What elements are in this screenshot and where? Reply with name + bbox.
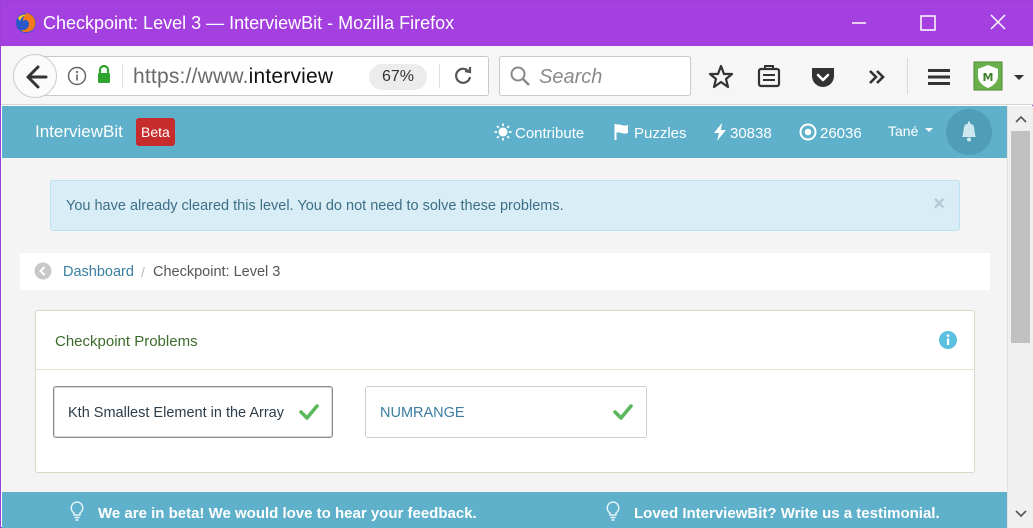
bell-icon: [962, 121, 976, 142]
nav-contribute[interactable]: Contribute: [494, 123, 584, 142]
feedback-footer: We are in beta! We would love to hear yo…: [2, 492, 1007, 528]
lightbulb-icon: [70, 501, 84, 521]
problem-title: NUMRANGE: [380, 405, 465, 421]
url-domain: interview: [248, 65, 334, 88]
scroll-down-icon[interactable]: [1014, 509, 1028, 519]
window-title: Checkpoint: Level 3 — InterviewBit - Moz…: [43, 13, 455, 33]
lightning-icon: [714, 123, 726, 141]
lightbulb-icon: [606, 501, 620, 521]
breadcrumb-current: Checkpoint: Level 3: [153, 264, 281, 280]
url-separator: [439, 64, 440, 88]
search-placeholder: Search: [539, 66, 603, 88]
sun-icon: [494, 123, 512, 141]
info-circle-icon[interactable]: [938, 330, 958, 350]
reload-icon[interactable]: [452, 64, 474, 86]
caret-down-icon: [925, 128, 934, 132]
vertical-scrollbar[interactable]: [1007, 106, 1033, 528]
nav-puzzles[interactable]: Puzzles: [613, 123, 687, 142]
zoom-level-button[interactable]: 67%: [369, 64, 427, 90]
info-alert: You have already cleared this level. You…: [50, 180, 960, 231]
lock-icon[interactable]: [96, 64, 112, 84]
brand-logo[interactable]: InterviewBit: [35, 122, 123, 142]
nav-score[interactable]: 30838: [713, 123, 772, 142]
nav-coins-value: 26036: [820, 125, 862, 142]
nav-coins[interactable]: 26036: [799, 123, 862, 142]
flag-icon: [614, 124, 628, 140]
arrow-left-icon: [26, 65, 48, 89]
beta-badge: Beta: [136, 118, 175, 146]
checkpoint-panel: Checkpoint Problems Kth Smallest Element…: [35, 310, 975, 473]
testimonial-link[interactable]: Loved InterviewBit? Write us a testimoni…: [606, 501, 940, 522]
nav-score-value: 30838: [730, 125, 772, 142]
browser-window: Checkpoint: Level 3 — InterviewBit - Moz…: [0, 0, 1033, 528]
panel-title: Checkpoint Problems: [55, 333, 198, 350]
info-icon[interactable]: [67, 66, 87, 86]
title-bar: Checkpoint: Level 3 — InterviewBit - Moz…: [1, 1, 1033, 46]
scrollbar-thumb[interactable]: [1011, 131, 1030, 343]
panel-header: Checkpoint Problems: [36, 311, 974, 370]
minimize-icon[interactable]: [844, 9, 874, 37]
feedback-link[interactable]: We are in beta! We would love to hear yo…: [70, 501, 477, 522]
problem-card[interactable]: Kth Smallest Element in the Array: [53, 386, 333, 438]
bookmark-star-icon[interactable]: [707, 63, 735, 91]
extension-dropdown-icon[interactable]: [1011, 63, 1027, 91]
problem-title: Kth Smallest Element in the Array: [68, 405, 284, 421]
firefox-logo-icon: [16, 13, 36, 33]
close-window-icon[interactable]: [983, 9, 1013, 37]
extension-shield-icon[interactable]: M: [973, 61, 1003, 91]
overflow-chevrons-icon[interactable]: [863, 63, 891, 91]
browser-toolbar: https://www.interview 67% Search M: [1, 46, 1033, 105]
maximize-icon[interactable]: [913, 9, 943, 37]
reading-list-icon[interactable]: [755, 63, 783, 91]
pocket-icon[interactable]: [809, 63, 837, 91]
url-separator: [122, 64, 123, 88]
url-text[interactable]: https://www.interview: [133, 65, 333, 89]
page-viewport: InterviewBit Beta Contribute Puzzles 308…: [2, 106, 1007, 528]
back-circle-icon[interactable]: [34, 262, 52, 280]
breadcrumb: Dashboard / Checkpoint: Level 3: [20, 253, 990, 290]
feedback-text: We are in beta! We would love to hear yo…: [98, 505, 477, 522]
breadcrumb-dashboard-link[interactable]: Dashboard: [63, 264, 134, 280]
checkmark-icon: [299, 404, 319, 420]
menu-hamburger-icon[interactable]: [925, 63, 953, 91]
nav-puzzles-label: Puzzles: [634, 125, 687, 142]
back-button[interactable]: [13, 54, 57, 98]
site-navbar: InterviewBit Beta Contribute Puzzles 308…: [2, 106, 1007, 158]
notifications-button[interactable]: [946, 109, 992, 155]
alert-message: You have already cleared this level. You…: [66, 198, 564, 214]
url-prefix: https://www.: [133, 65, 249, 88]
nav-contribute-label: Contribute: [515, 125, 585, 142]
testimonial-text: Loved InterviewBit? Write us a testimoni…: [634, 505, 940, 522]
scroll-up-icon[interactable]: [1014, 114, 1028, 124]
target-icon: [799, 123, 817, 141]
svg-text:M: M: [983, 71, 994, 84]
toolbar-separator: [907, 58, 908, 94]
problem-card[interactable]: NUMRANGE: [365, 386, 647, 438]
checkmark-icon: [613, 404, 633, 420]
search-icon: [510, 66, 530, 86]
user-name: Tané: [888, 123, 919, 139]
breadcrumb-separator: /: [141, 264, 145, 280]
user-menu[interactable]: Tané: [888, 123, 937, 139]
alert-close-button[interactable]: ×: [933, 193, 945, 216]
